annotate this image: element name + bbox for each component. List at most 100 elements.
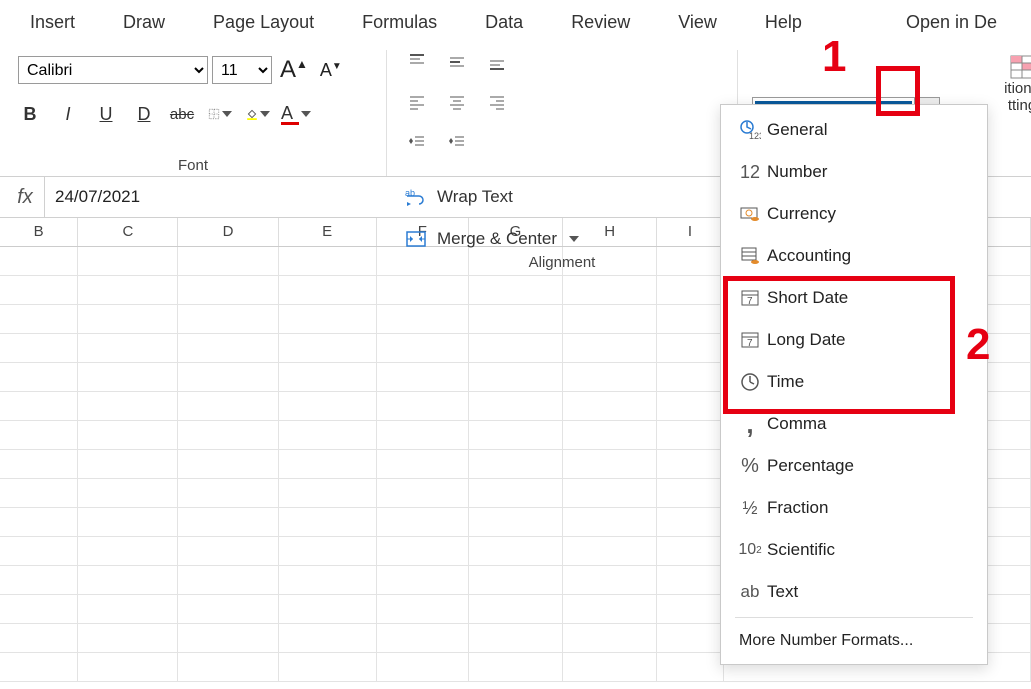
cell[interactable] <box>563 508 657 536</box>
cell[interactable] <box>0 508 78 536</box>
format-short-date[interactable]: 7 Short Date <box>721 277 987 319</box>
cell[interactable] <box>279 334 377 362</box>
cell[interactable] <box>377 247 469 275</box>
cell[interactable] <box>0 653 78 681</box>
cell[interactable] <box>178 334 278 362</box>
cell[interactable] <box>0 247 78 275</box>
cell[interactable] <box>178 537 278 565</box>
cell[interactable] <box>469 305 563 333</box>
increase-font-button[interactable]: A▲ <box>276 56 312 84</box>
cell[interactable] <box>377 624 469 652</box>
cell[interactable] <box>657 595 723 623</box>
cell[interactable] <box>78 595 178 623</box>
double-underline-button[interactable]: D <box>132 102 156 126</box>
cell[interactable] <box>657 421 723 449</box>
cell[interactable] <box>0 595 78 623</box>
italic-button[interactable]: I <box>56 102 80 126</box>
cell[interactable] <box>469 334 563 362</box>
cell[interactable] <box>563 595 657 623</box>
cell[interactable] <box>279 247 377 275</box>
cell[interactable] <box>563 392 657 420</box>
cell[interactable] <box>178 450 278 478</box>
cell[interactable] <box>279 450 377 478</box>
menu-formulas[interactable]: Formulas <box>338 4 461 41</box>
cell[interactable] <box>657 247 723 275</box>
cell[interactable] <box>178 305 278 333</box>
cell[interactable] <box>657 392 723 420</box>
col-header-b[interactable]: B <box>0 218 78 246</box>
cell[interactable] <box>563 334 657 362</box>
cell[interactable] <box>279 479 377 507</box>
format-percentage[interactable]: % Percentage <box>721 445 987 487</box>
cell[interactable] <box>563 566 657 594</box>
cell[interactable] <box>657 479 723 507</box>
cell[interactable] <box>377 595 469 623</box>
cell[interactable] <box>78 450 178 478</box>
fill-color-button[interactable] <box>246 102 270 126</box>
cell[interactable] <box>377 653 469 681</box>
format-time[interactable]: Time <box>721 361 987 403</box>
cell[interactable] <box>469 653 563 681</box>
format-text[interactable]: ab Text <box>721 571 987 613</box>
cell[interactable] <box>78 508 178 536</box>
cell[interactable] <box>78 247 178 275</box>
cell[interactable] <box>78 334 178 362</box>
cell[interactable] <box>377 392 469 420</box>
cell[interactable] <box>469 566 563 594</box>
cell[interactable] <box>178 508 278 536</box>
format-scientific[interactable]: 102 Scientific <box>721 529 987 571</box>
cell[interactable] <box>178 421 278 449</box>
cell[interactable] <box>563 305 657 333</box>
wrap-text-button[interactable]: ab Wrap Text <box>405 186 579 208</box>
cell[interactable] <box>377 508 469 536</box>
cell[interactable] <box>78 537 178 565</box>
format-long-date[interactable]: 7 Long Date <box>721 319 987 361</box>
cell[interactable] <box>657 334 723 362</box>
font-color-button[interactable]: A <box>284 102 308 126</box>
cell[interactable] <box>0 566 78 594</box>
cell[interactable] <box>78 363 178 391</box>
cell[interactable] <box>657 305 723 333</box>
menu-data[interactable]: Data <box>461 4 547 41</box>
align-center-button[interactable] <box>445 90 469 114</box>
cell[interactable] <box>469 363 563 391</box>
cell[interactable] <box>469 450 563 478</box>
font-name-select[interactable]: Calibri <box>18 56 208 84</box>
menu-open-in-desktop[interactable]: Open in De <box>882 4 1021 41</box>
cell[interactable] <box>78 479 178 507</box>
cell[interactable] <box>469 392 563 420</box>
cell[interactable] <box>78 421 178 449</box>
cell[interactable] <box>279 421 377 449</box>
align-bottom-button[interactable] <box>485 50 509 74</box>
cell[interactable] <box>657 276 723 304</box>
cell[interactable] <box>178 392 278 420</box>
cell[interactable] <box>178 595 278 623</box>
cell[interactable] <box>178 566 278 594</box>
cell[interactable] <box>469 479 563 507</box>
cell[interactable] <box>563 624 657 652</box>
cell[interactable] <box>657 566 723 594</box>
cell[interactable] <box>78 305 178 333</box>
cell[interactable] <box>563 537 657 565</box>
cell[interactable] <box>377 479 469 507</box>
menu-help[interactable]: Help <box>741 4 826 41</box>
cell[interactable] <box>78 653 178 681</box>
menu-view[interactable]: View <box>654 4 741 41</box>
cell[interactable] <box>0 305 78 333</box>
cell[interactable] <box>279 653 377 681</box>
cell[interactable] <box>78 276 178 304</box>
cell[interactable] <box>469 247 563 275</box>
cell[interactable] <box>657 653 723 681</box>
cell[interactable] <box>563 247 657 275</box>
cell[interactable] <box>78 566 178 594</box>
cell[interactable] <box>563 653 657 681</box>
cell[interactable] <box>657 450 723 478</box>
cell[interactable] <box>279 566 377 594</box>
cell[interactable] <box>178 276 278 304</box>
cell[interactable] <box>377 450 469 478</box>
borders-button[interactable] <box>208 102 232 126</box>
menu-insert[interactable]: Insert <box>10 4 99 41</box>
cell[interactable] <box>279 624 377 652</box>
cell[interactable] <box>279 537 377 565</box>
cell[interactable] <box>279 392 377 420</box>
